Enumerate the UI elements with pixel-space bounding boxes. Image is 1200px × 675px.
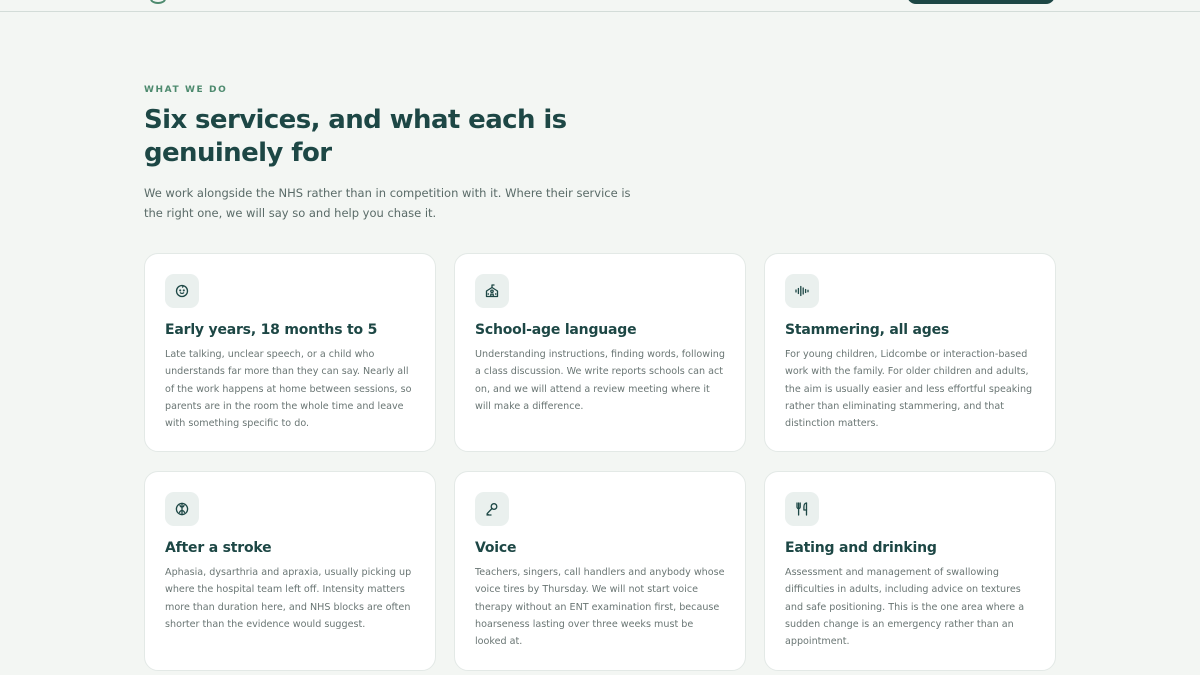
service-card-stammering[interactable]: Stammering, all ages For young children,… <box>764 253 1056 452</box>
nav-cta-button[interactable] <box>907 0 1055 4</box>
brain-icon <box>165 492 199 526</box>
utensils-icon <box>785 492 819 526</box>
service-description: Aphasia, dysarthria and apraxia, usually… <box>165 567 412 630</box>
service-title: After a stroke <box>165 540 272 556</box>
service-card-stroke[interactable]: After a stroke Aphasia, dysarthria and a… <box>144 471 436 671</box>
school-icon <box>475 274 509 308</box>
services-grid: Early years, 18 months to 5 Late talking… <box>144 253 1056 671</box>
service-title: School-age language <box>475 322 637 338</box>
service-card-school-age[interactable]: School-age language Understanding instru… <box>454 253 746 452</box>
microphone-icon <box>475 492 509 526</box>
service-title: Stammering, all ages <box>785 322 949 338</box>
section-title: Six services, and what each is genuinely… <box>144 105 567 168</box>
logo-icon[interactable] <box>150 0 166 4</box>
service-description: For young children, Lidcombe or interact… <box>785 349 1033 430</box>
service-description: Understanding instructions, finding word… <box>475 349 725 412</box>
section-eyebrow: WHAT WE DO <box>144 85 228 95</box>
service-title: Early years, 18 months to 5 <box>165 322 378 338</box>
service-title: Eating and drinking <box>785 540 937 556</box>
baby-face-icon <box>165 274 199 308</box>
service-description: Teachers, singers, call handlers and any… <box>475 567 725 648</box>
service-card-early-years[interactable]: Early years, 18 months to 5 Late talking… <box>144 253 436 452</box>
service-description: Late talking, unclear speech, or a child… <box>165 349 412 430</box>
service-card-voice[interactable]: Voice Teachers, singers, call handlers a… <box>454 471 746 671</box>
service-card-eating-drinking[interactable]: Eating and drinking Assessment and manag… <box>764 471 1056 671</box>
section-lead: We work alongside the NHS rather than in… <box>144 186 631 220</box>
service-title: Voice <box>475 540 517 556</box>
audio-waveform-icon <box>785 274 819 308</box>
service-description: Assessment and management of swallowing … <box>785 567 1025 648</box>
top-navigation-bar <box>0 0 1200 12</box>
